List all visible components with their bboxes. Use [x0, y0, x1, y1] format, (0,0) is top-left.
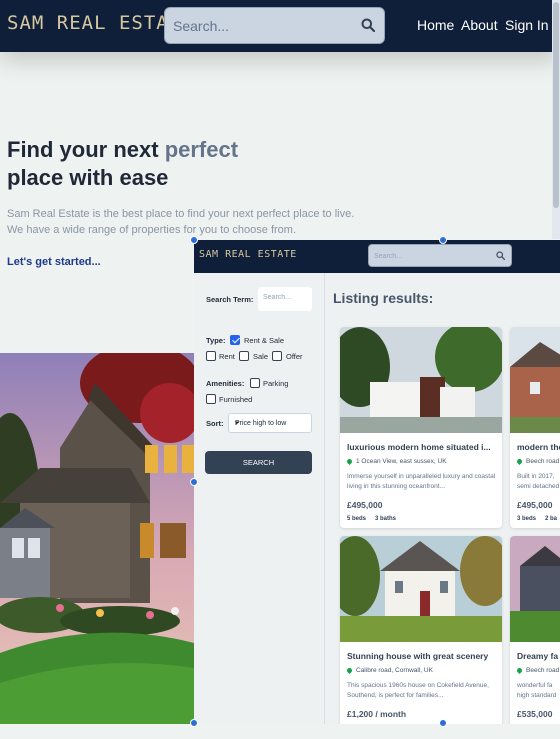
listing-description: This spacious 1960s house on Cokefield A… — [347, 682, 489, 699]
listing-address: Beech road — [515, 666, 559, 674]
listing-card: modern the Beech road Built in 2017, sem… — [510, 327, 560, 528]
listing-photo-brick-house — [510, 327, 560, 433]
listing-card: luxurious modern home situated i... 1 Oc… — [340, 327, 502, 528]
listing-beds: 5 beds — [347, 516, 367, 522]
rent-and-sale-label: Rent & Sale — [244, 336, 285, 345]
amenities-label: Amenities: — [206, 379, 245, 388]
listing-card: Dreamy fa Beech road wonderful fa high s… — [510, 536, 560, 724]
listing-photo-modern-home — [340, 327, 502, 433]
search-term-label: Search Term: — [206, 295, 254, 304]
sort-select: Price high to low ▾ — [228, 413, 312, 433]
listing-description: Immerse yourself in unparalleled luxury … — [347, 473, 496, 490]
chevron-down-icon: ▾ — [235, 420, 239, 427]
listing-title: Dreamy fa — [517, 651, 559, 661]
listing-baths: 3 baths — [375, 516, 397, 522]
listing-description: Built in 2017, semi detached — [517, 473, 560, 490]
hero-title-part1: Find your next — [7, 137, 165, 162]
listing-title: modern the — [517, 442, 560, 452]
furnished-checkbox — [206, 394, 216, 404]
listing-results-title: Listing results: — [333, 290, 434, 306]
listing-description: wonderful fa high standard — [517, 682, 557, 699]
furnished-label: Furnished — [219, 395, 253, 404]
listing-beds: 3 beds — [517, 516, 537, 522]
rent-label: Rent — [219, 352, 235, 361]
offer-label: Offer — [286, 352, 303, 361]
embedded-logo: SAM REAL ESTATE — [199, 249, 297, 260]
search-input[interactable] — [173, 16, 353, 36]
resize-handle-bottom-middle[interactable] — [439, 719, 447, 727]
listing-card: Stunning house with great scenery Calibr… — [340, 536, 502, 724]
location-pin-icon — [515, 457, 524, 465]
location-pin-icon — [345, 666, 354, 674]
search-term-box — [258, 287, 312, 311]
resize-handle-middle-left[interactable] — [190, 478, 198, 486]
rent-checkbox — [206, 351, 216, 361]
embedded-search-input — [374, 250, 484, 262]
nav-signin-link[interactable]: Sign In — [505, 17, 549, 33]
listing-photo-dreamy-house — [510, 536, 560, 642]
hero-description: Sam Real Estate is the best place to fin… — [7, 206, 367, 238]
listing-price: £495,000 — [347, 500, 383, 510]
site-header: SAM REAL ESTATE Home About Sign In — [0, 0, 560, 52]
embedded-search-icon — [496, 251, 505, 260]
embedded-search-box — [368, 244, 512, 267]
search-box — [164, 7, 385, 44]
resize-handle-top-middle[interactable] — [439, 236, 447, 244]
parking-checkbox — [250, 378, 260, 388]
embedded-search-screenshot: SAM REAL ESTATE Search Term: Type: Rent … — [194, 240, 560, 724]
listing-address: Beech road — [515, 457, 559, 465]
search-icon[interactable] — [361, 18, 375, 32]
listing-price: £535,000 — [517, 709, 553, 719]
location-pin-icon — [345, 457, 354, 465]
listing-photo-white-house — [340, 536, 502, 642]
get-started-link[interactable]: Let's get started... — [7, 256, 101, 268]
embedded-header: SAM REAL ESTATE — [194, 240, 560, 273]
nav-home-link[interactable]: Home — [417, 17, 454, 33]
hero-title-accent: perfect — [164, 137, 239, 162]
hero-house-photo — [0, 353, 194, 724]
listing-baths: 2 ba — [545, 516, 558, 522]
listing-address: 1 Ocean View, east sussex, UK — [345, 457, 447, 465]
listing-price: £495,000 — [517, 500, 553, 510]
sale-checkbox — [239, 351, 249, 361]
page-scrollbar-thumb[interactable] — [553, 2, 559, 208]
hero-title: Find your next perfect place with ease — [7, 136, 238, 192]
listing-title: luxurious modern home situated i... — [347, 442, 491, 452]
sort-label: Sort: — [206, 419, 224, 428]
resize-handle-bottom-left[interactable] — [190, 719, 198, 727]
embedded-search-button: SEARCH — [205, 451, 312, 474]
hero-title-part2: place with ease — [7, 165, 169, 190]
offer-checkbox — [272, 351, 282, 361]
rent-and-sale-checkbox — [230, 335, 240, 345]
nav-about-link[interactable]: About — [461, 17, 498, 33]
listing-price: £1,200 / month — [347, 709, 407, 719]
resize-handle-top-left[interactable] — [190, 236, 198, 244]
search-term-input — [263, 294, 307, 301]
listing-address: Calibre road, Cornwall, UK — [345, 666, 433, 674]
listing-title: Stunning house with great scenery — [347, 651, 489, 661]
parking-label: Parking — [263, 379, 289, 388]
hero-description-line1: Sam Real Estate is the best place to fin… — [7, 208, 355, 220]
embedded-filter-sidebar: Search Term: Type: Rent & Sale Rent Sale… — [194, 273, 325, 724]
hero-description-line2: We have a wide range of properties for y… — [7, 224, 297, 236]
sale-label: Sale — [253, 352, 269, 361]
type-label: Type: — [206, 336, 226, 345]
location-pin-icon — [515, 666, 524, 674]
